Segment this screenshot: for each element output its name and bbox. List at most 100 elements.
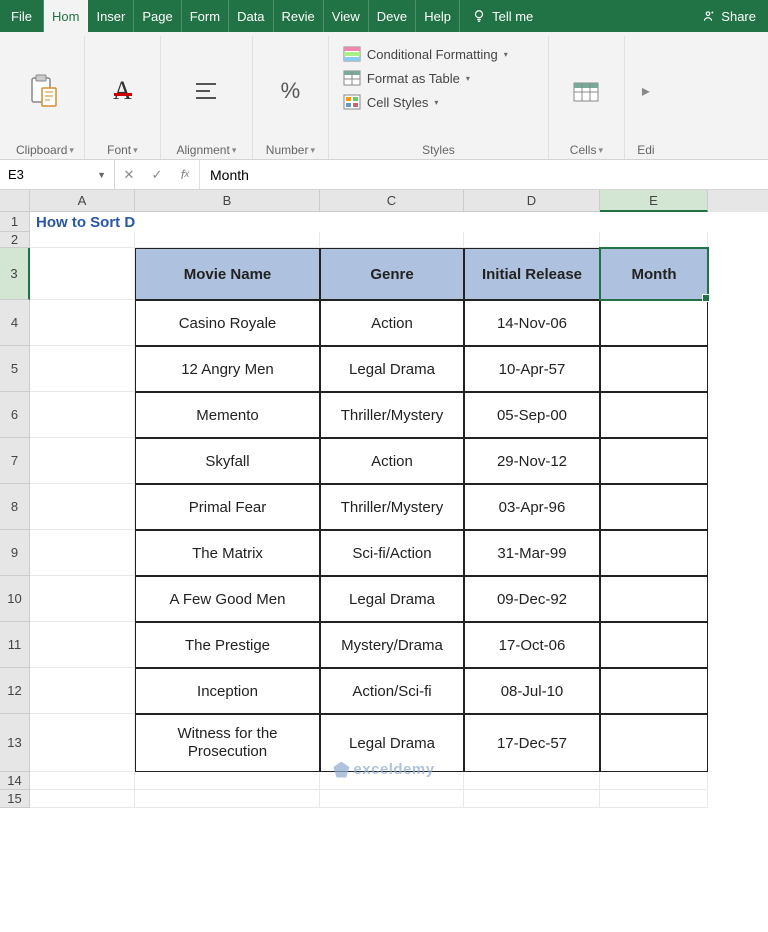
row-header[interactable]: 2 <box>0 232 30 248</box>
row-header[interactable]: 12 <box>0 668 30 714</box>
tab-file[interactable]: File <box>0 0 44 32</box>
accept-formula-button[interactable]: ✓ <box>143 167 171 183</box>
table-cell[interactable]: 08-Jul-10 <box>464 668 600 714</box>
table-cell[interactable] <box>600 484 708 530</box>
select-all-button[interactable] <box>0 190 30 212</box>
row-header[interactable]: 10 <box>0 576 30 622</box>
column-header-d[interactable]: D <box>464 190 600 212</box>
formula-input[interactable]: Month <box>200 160 768 189</box>
table-cell[interactable]: Casino Royale <box>135 300 320 346</box>
table-cell[interactable]: Inception <box>135 668 320 714</box>
cancel-formula-button[interactable]: ✕ <box>115 167 143 183</box>
cells-icon[interactable] <box>568 73 604 109</box>
column-header-e[interactable]: E <box>600 190 708 212</box>
tab-home[interactable]: Hom <box>44 0 88 32</box>
row-header[interactable]: 4 <box>0 300 30 346</box>
table-cell[interactable]: 10-Apr-57 <box>464 346 600 392</box>
tab-review[interactable]: Revie <box>274 0 324 32</box>
table-cell[interactable] <box>600 392 708 438</box>
row-header[interactable]: 7 <box>0 438 30 484</box>
table-cell[interactable] <box>600 346 708 392</box>
tab-help[interactable]: Help <box>416 0 460 32</box>
row-header[interactable]: 5 <box>0 346 30 392</box>
table-cell[interactable]: 05-Sep-00 <box>464 392 600 438</box>
fx-button[interactable]: fx <box>171 167 199 182</box>
chevron-right-icon[interactable]: ▸ <box>642 81 650 101</box>
sheet-title[interactable]: How to Sort Dates in Excel by Month <box>30 212 135 232</box>
tab-developer[interactable]: Deve <box>369 0 416 32</box>
cell-styles-icon <box>343 94 361 110</box>
table-cell[interactable]: 12 Angry Men <box>135 346 320 392</box>
cell-styles-button[interactable]: Cell Styles ▾ <box>339 92 538 112</box>
table-header[interactable]: Movie Name <box>135 248 320 300</box>
tab-insert[interactable]: Inser <box>88 0 134 32</box>
table-cell[interactable]: 29-Nov-12 <box>464 438 600 484</box>
tab-page-layout[interactable]: Page <box>134 0 181 32</box>
tab-data[interactable]: Data <box>229 0 273 32</box>
column-header-c[interactable]: C <box>320 190 464 212</box>
table-cell[interactable]: 09-Dec-92 <box>464 576 600 622</box>
tab-view[interactable]: View <box>324 0 369 32</box>
table-cell[interactable] <box>600 438 708 484</box>
dropdown-icon[interactable]: ▾ <box>232 145 237 156</box>
tell-me-search[interactable]: Tell me <box>460 0 545 32</box>
table-cell[interactable]: Thriller/Mystery <box>320 392 464 438</box>
dropdown-icon[interactable]: ▾ <box>310 145 315 156</box>
table-cell[interactable]: Primal Fear <box>135 484 320 530</box>
table-cell[interactable]: Action/Sci-fi <box>320 668 464 714</box>
format-as-table-icon <box>343 70 361 86</box>
paste-icon[interactable] <box>27 73 63 109</box>
active-cell[interactable]: Month <box>600 248 708 300</box>
table-cell[interactable]: 31-Mar-99 <box>464 530 600 576</box>
row-header[interactable]: 15 <box>0 790 30 808</box>
table-cell[interactable]: Action <box>320 438 464 484</box>
alignment-icon[interactable] <box>188 73 224 109</box>
tab-formulas[interactable]: Form <box>182 0 229 32</box>
dropdown-icon[interactable]: ▼ <box>97 170 106 180</box>
table-header[interactable]: Initial Release <box>464 248 600 300</box>
row-header[interactable]: 3 <box>0 248 30 300</box>
share-button[interactable]: Share <box>689 0 768 32</box>
table-cell[interactable]: A Few Good Men <box>135 576 320 622</box>
row-header[interactable]: 9 <box>0 530 30 576</box>
column-header-b[interactable]: B <box>135 190 320 212</box>
table-cell[interactable]: The Matrix <box>135 530 320 576</box>
table-cell[interactable]: Legal Drama <box>320 346 464 392</box>
table-cell[interactable]: 14-Nov-06 <box>464 300 600 346</box>
table-cell[interactable]: 17-Oct-06 <box>464 622 600 668</box>
table-cell[interactable]: Sci-fi/Action <box>320 530 464 576</box>
table-cell[interactable]: Legal Drama <box>320 714 464 772</box>
format-as-table-button[interactable]: Format as Table ▾ <box>339 68 538 88</box>
table-cell[interactable] <box>600 530 708 576</box>
table-cell[interactable]: The Prestige <box>135 622 320 668</box>
font-icon[interactable]: A <box>104 73 140 109</box>
name-box[interactable]: E3 ▼ <box>0 160 115 189</box>
table-cell[interactable]: 03-Apr-96 <box>464 484 600 530</box>
table-cell[interactable]: Mystery/Drama <box>320 622 464 668</box>
table-cell[interactable] <box>600 714 708 772</box>
table-cell[interactable]: 17-Dec-57 <box>464 714 600 772</box>
table-header[interactable]: Genre <box>320 248 464 300</box>
row-header[interactable]: 8 <box>0 484 30 530</box>
dropdown-icon[interactable]: ▾ <box>598 145 603 156</box>
table-cell[interactable] <box>600 576 708 622</box>
table-cell[interactable]: Legal Drama <box>320 576 464 622</box>
table-cell[interactable] <box>600 668 708 714</box>
conditional-formatting-button[interactable]: Conditional Formatting ▾ <box>339 44 538 64</box>
row-header[interactable]: 1 <box>0 212 30 232</box>
row-header[interactable]: 11 <box>0 622 30 668</box>
table-cell[interactable] <box>600 622 708 668</box>
table-cell[interactable]: Memento <box>135 392 320 438</box>
dropdown-icon[interactable]: ▾ <box>133 145 138 156</box>
number-icon[interactable]: % <box>272 73 308 109</box>
row-header[interactable]: 6 <box>0 392 30 438</box>
table-cell[interactable]: Witness for the Prosecution <box>135 714 320 772</box>
table-cell[interactable]: Thriller/Mystery <box>320 484 464 530</box>
table-cell[interactable]: Skyfall <box>135 438 320 484</box>
row-header[interactable]: 13 <box>0 714 30 772</box>
column-header-a[interactable]: A <box>30 190 135 212</box>
dropdown-icon[interactable]: ▾ <box>69 145 74 156</box>
table-cell[interactable] <box>600 300 708 346</box>
row-header[interactable]: 14 <box>0 772 30 790</box>
table-cell[interactable]: Action <box>320 300 464 346</box>
